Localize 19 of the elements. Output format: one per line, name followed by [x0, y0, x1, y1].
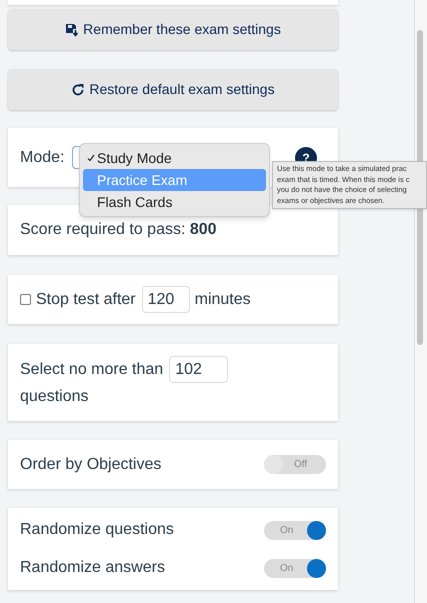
dropdown-option[interactable]: Study Mode — [83, 147, 266, 169]
toggle-label: Randomize answers — [20, 558, 165, 578]
question-limit-label: Select no more than — [20, 360, 164, 380]
settings-button[interactable]: Remember these exam settings — [8, 9, 338, 50]
save-icon — [65, 22, 80, 36]
checkbox[interactable] — [20, 294, 31, 305]
settings-button[interactable]: Restore default exam settings — [8, 69, 338, 110]
questions-label: questions — [20, 387, 90, 407]
toggle-label: Randomize questions — [20, 520, 174, 540]
score-text: Score required to pass: 800 — [20, 220, 217, 240]
dropdown-option[interactable]: Flash Cards — [83, 191, 266, 213]
toggle-label: Order by Objectives — [20, 454, 162, 474]
minutes-label: minutes — [194, 290, 251, 310]
mode-label: Mode: — [20, 148, 64, 168]
questions-field[interactable]: 102 — [169, 356, 228, 383]
minutes-field[interactable]: 120 — [142, 286, 190, 313]
stop-test-label: Stop test after — [36, 290, 136, 310]
checkmark-icon — [87, 154, 95, 162]
refresh-icon — [71, 82, 86, 96]
